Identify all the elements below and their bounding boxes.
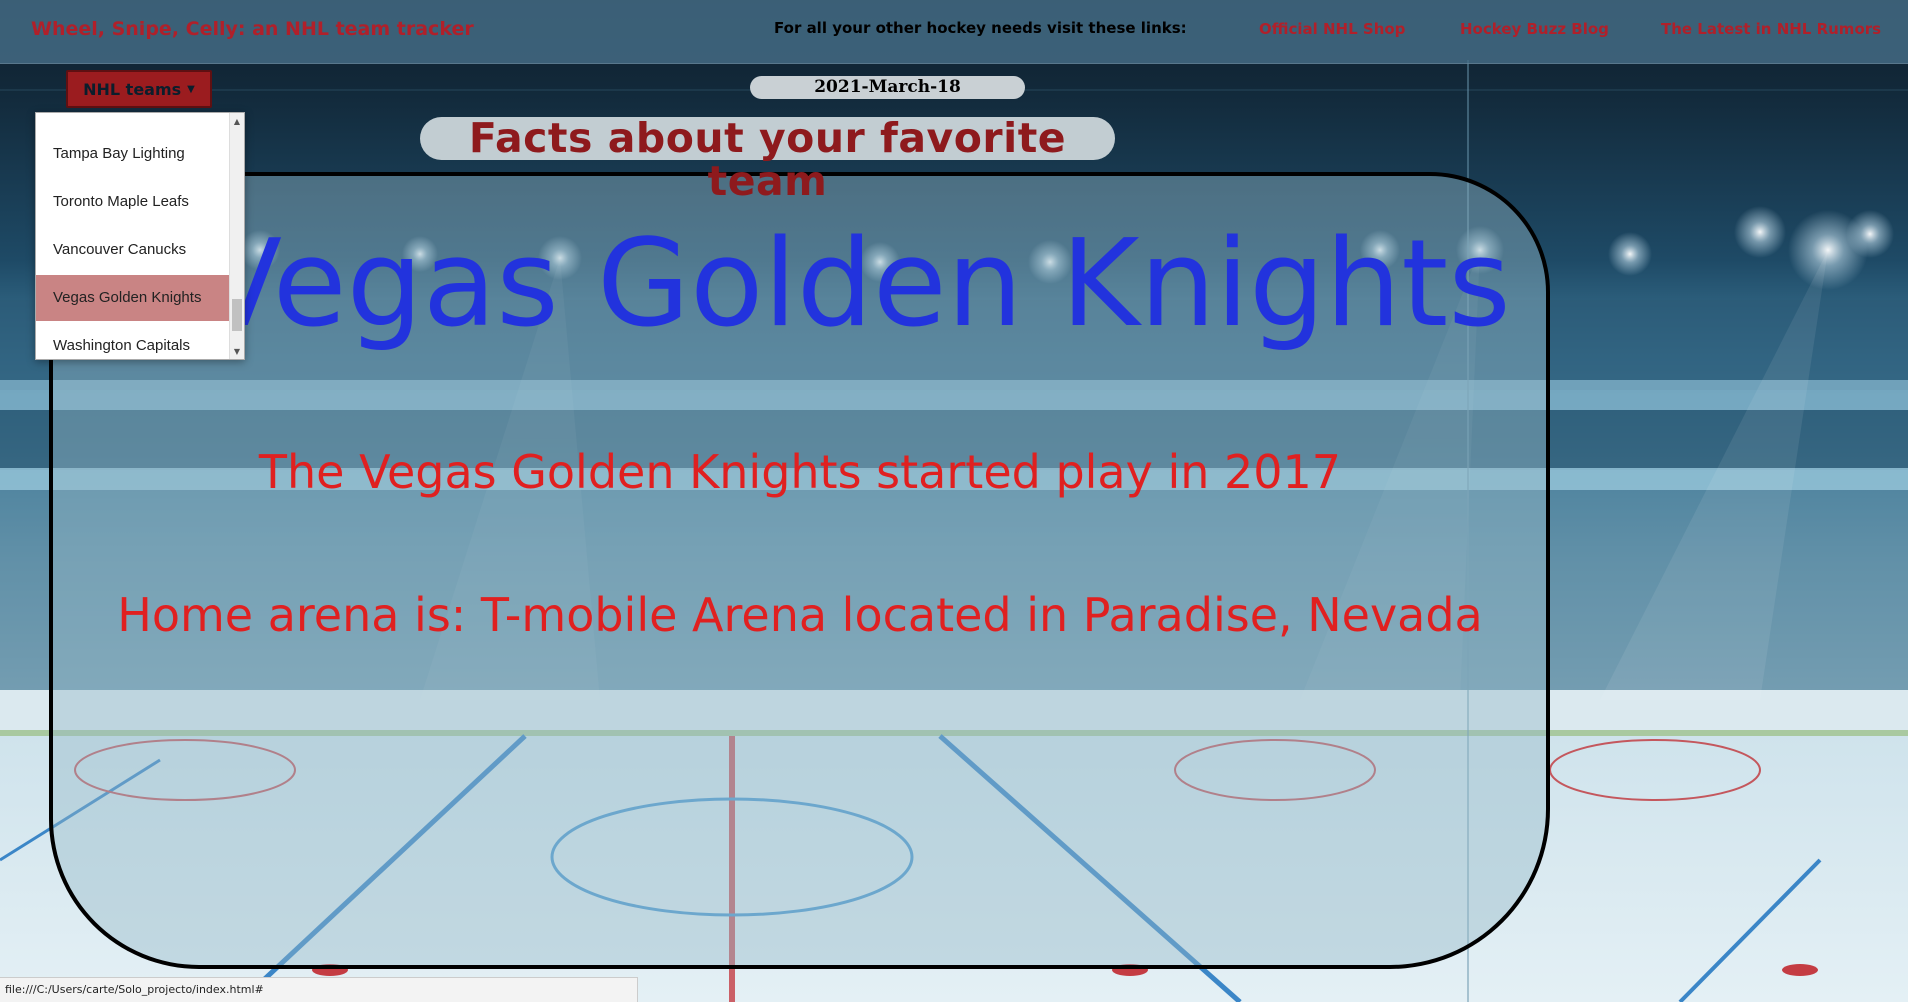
current-date: 2021-March-18 xyxy=(750,76,1025,99)
team-name: Vegas Golden Knights xyxy=(200,215,1511,354)
dropdown-button-label: NHL teams xyxy=(83,79,182,99)
nhl-rumors-link[interactable]: The Latest in NHL Rumors xyxy=(1661,20,1881,38)
scrollbar-thumb[interactable] xyxy=(232,299,242,331)
top-navbar: Wheel, Snipe, Celly: an NHL team tracker… xyxy=(0,0,1908,64)
dropdown-item-vancouver[interactable]: Vancouver Canucks xyxy=(36,227,229,273)
brand-link[interactable]: Wheel, Snipe, Celly: an NHL team tracker xyxy=(31,18,474,40)
team-arena-fact: Home arena is: T-mobile Arena located in… xyxy=(117,588,1483,642)
dropdown-item-washington[interactable]: Washington Capitals xyxy=(36,323,229,359)
dropdown-scrollbar[interactable]: ▲ ▼ xyxy=(229,113,244,359)
caret-down-icon: ▼ xyxy=(187,83,195,95)
team-started-fact: The Vegas Golden Knights started play in… xyxy=(258,445,1342,499)
hockey-buzz-blog-link[interactable]: Hockey Buzz Blog xyxy=(1460,20,1609,38)
facts-heading: Facts about your favorite team xyxy=(420,117,1115,203)
browser-status-url: file:///C:/Users/carte/Solo_projecto/ind… xyxy=(0,977,638,1002)
scroll-up-arrow-icon[interactable]: ▲ xyxy=(230,115,244,129)
nhl-teams-dropdown-menu: Tampa Bay Lighting Toronto Maple Leafs V… xyxy=(35,112,245,360)
dropdown-item-vegas[interactable]: Vegas Golden Knights xyxy=(36,275,229,321)
nhl-shop-link[interactable]: Official NHL Shop xyxy=(1259,20,1405,38)
nav-tagline: For all your other hockey needs visit th… xyxy=(774,19,1187,37)
dropdown-item-toronto[interactable]: Toronto Maple Leafs xyxy=(36,179,229,225)
nhl-teams-dropdown-button[interactable]: NHL teams ▼ xyxy=(66,70,212,108)
dropdown-item-tampa-bay[interactable]: Tampa Bay Lighting xyxy=(36,131,229,177)
scroll-down-arrow-icon[interactable]: ▼ xyxy=(230,345,244,359)
